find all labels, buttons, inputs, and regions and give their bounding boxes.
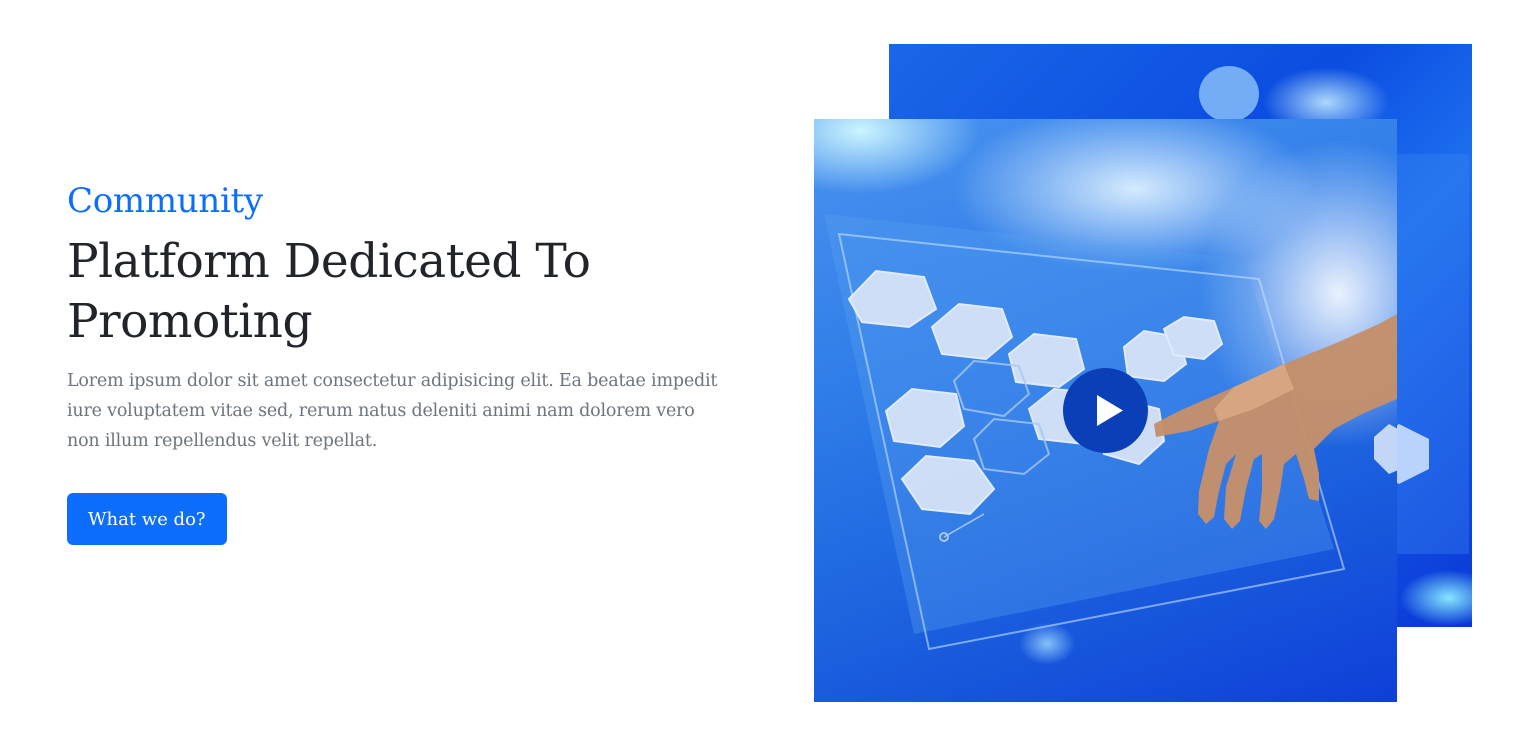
video-thumbnail[interactable]	[814, 119, 1397, 702]
hero-text-block: Community Platform Dedicated To Promotin…	[67, 178, 737, 545]
hero-description: Lorem ipsum dolor sit amet consectetur a…	[67, 371, 718, 451]
hero-headline: Platform Dedicated To Promoting	[67, 234, 591, 349]
play-icon	[1097, 395, 1123, 426]
section-eyebrow: Community	[67, 181, 263, 221]
what-we-do-button[interactable]: What we do?	[67, 493, 227, 545]
play-video-button[interactable]	[1063, 368, 1148, 453]
